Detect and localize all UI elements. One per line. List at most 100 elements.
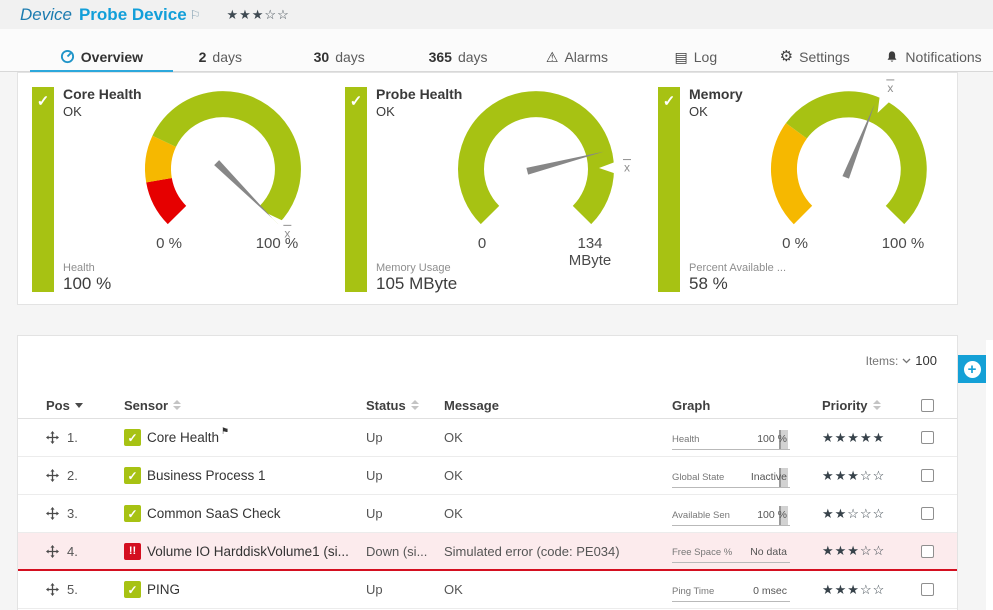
sensor-table-panel: Items: 100 Pos Sensor Status Message Gra…: [17, 335, 958, 610]
tab-notifications[interactable]: Notifications: [874, 42, 993, 71]
row-checkbox[interactable]: [921, 507, 934, 520]
table-row[interactable]: 1. ✓ Core Health ⚑ Up OK Health 100 % ★★…: [18, 419, 957, 457]
row-position: 1.: [67, 430, 78, 445]
tab-30-days[interactable]: 30 days: [280, 42, 399, 71]
table-row[interactable]: 5. ✓ PING Up OK Ping Time 0 msec ★★★☆☆: [18, 571, 957, 609]
sensor-link[interactable]: Volume IO HarddiskVolume1 (si...: [147, 544, 349, 559]
sort-icon: [411, 400, 419, 410]
row-checkbox[interactable]: [921, 583, 934, 596]
gear-icon: ⚙: [780, 49, 793, 64]
items-count-dropdown[interactable]: Items: 100: [866, 353, 937, 368]
column-header-message[interactable]: Message: [444, 398, 672, 413]
tab-overview[interactable]: Overview: [42, 42, 161, 71]
sensor-status: Up: [366, 468, 444, 483]
gauge-max-label: 134 MByte: [558, 235, 622, 269]
tab-log[interactable]: ▤ Log: [636, 42, 755, 71]
column-header-pos[interactable]: Pos: [46, 398, 124, 413]
column-header-priority[interactable]: Priority: [822, 398, 908, 413]
x-bar-marker: x: [624, 161, 630, 175]
mini-graph-value: 100 %: [757, 509, 787, 521]
gauge-status: OK: [63, 104, 82, 119]
move-icon[interactable]: [46, 583, 59, 596]
table-row[interactable]: 2. ✓ Business Process 1 Up OK Global Sta…: [18, 457, 957, 495]
priority-stars[interactable]: ★★★★★: [822, 430, 908, 446]
scrollbar-track[interactable]: [986, 340, 993, 610]
sensor-mini-graph[interactable]: Health 100 %: [672, 426, 790, 450]
tab-2-days[interactable]: 2 days: [161, 42, 280, 71]
move-icon[interactable]: [46, 545, 59, 558]
select-all-checkbox[interactable]: [921, 399, 934, 412]
tab-settings[interactable]: ⚙ Settings: [755, 42, 874, 71]
gauge-metric: Health 100 %: [63, 262, 111, 294]
sensor-message: OK: [444, 430, 672, 445]
gauge-metric-value: 58 %: [689, 274, 728, 293]
sensor-mini-graph[interactable]: Available Sen 100 %: [672, 502, 790, 526]
column-header-sensor[interactable]: Sensor: [124, 398, 366, 413]
sensor-mini-graph[interactable]: Free Space % No data: [672, 539, 790, 563]
row-position: 2.: [67, 468, 78, 483]
sensor-ok-icon: ✓: [124, 429, 141, 446]
sensor-link[interactable]: PING: [147, 582, 180, 597]
flag-icon[interactable]: ⚐: [190, 8, 201, 22]
row-checkbox[interactable]: [921, 431, 934, 444]
table-body: 1. ✓ Core Health ⚑ Up OK Health 100 % ★★…: [18, 419, 957, 609]
title-bar: Device Probe Device ⚐ ★★★☆☆: [0, 0, 993, 29]
priority-stars[interactable]: ★★★☆☆: [822, 582, 908, 598]
column-header-graph[interactable]: Graph: [672, 398, 822, 413]
sensor-ok-icon: ✓: [124, 467, 141, 484]
tab-365-days[interactable]: 365 days: [399, 42, 518, 71]
gauge-metric: Percent Available ... 58 %: [689, 262, 786, 294]
gauge-icon: [60, 49, 75, 64]
row-position: 3.: [67, 506, 78, 521]
tab-bar: Overview 2 days 30 days 365 days ⚠ Alarm…: [0, 42, 993, 72]
priority-stars[interactable]: ★★☆☆☆: [822, 506, 908, 522]
sensor-link[interactable]: Core Health: [147, 430, 219, 445]
gauge-metric: Memory Usage 105 MByte: [376, 262, 457, 294]
gauge-card-memory[interactable]: ✓ Memory OK x 0 % 100 % Percent Availabl…: [644, 73, 957, 304]
mini-graph-label: Global State: [672, 472, 724, 483]
sensor-mini-graph[interactable]: Ping Time 0 msec: [672, 578, 790, 602]
move-icon[interactable]: [46, 469, 59, 482]
sort-icon: [173, 400, 181, 410]
check-icon: ✓: [663, 93, 676, 110]
sensor-mini-graph[interactable]: Global State Inactive: [672, 464, 790, 488]
add-sensor-button[interactable]: +: [958, 355, 986, 383]
priority-stars[interactable]: ★★★☆☆: [822, 543, 908, 559]
sensor-status: Up: [366, 430, 444, 445]
priority-rating-stars[interactable]: ★★★☆☆: [226, 7, 289, 23]
sensor-message: OK: [444, 506, 672, 521]
list-icon: ▤: [675, 50, 688, 64]
mini-graph-label: Health: [672, 434, 699, 445]
tab-alarms[interactable]: ⚠ Alarms: [518, 42, 637, 71]
sensor-ok-icon: ✓: [124, 505, 141, 522]
check-icon: ✓: [37, 93, 50, 110]
gauge-card-probe-health[interactable]: ✓ Probe Health OK x 0 134 MByte Memory U…: [331, 73, 644, 304]
row-checkbox[interactable]: [921, 469, 934, 482]
gauge-status: OK: [376, 104, 395, 119]
priority-stars[interactable]: ★★★☆☆: [822, 468, 908, 484]
move-icon[interactable]: [46, 431, 59, 444]
gauge-card-core-health[interactable]: ✓ Core Health OK x 0 % 100 % Health 100 …: [18, 73, 331, 304]
gauge-metric-label: Health: [63, 262, 111, 274]
table-header-row: Pos Sensor Status Message Graph Priority: [18, 392, 957, 419]
gauge-min-label: 0 %: [763, 235, 827, 252]
sensor-flag-icon: ⚑: [221, 426, 229, 437]
gauge-arc-svg: x: [430, 83, 642, 255]
sensor-link[interactable]: Common SaaS Check: [147, 506, 281, 521]
gauge-title: Memory: [689, 86, 743, 102]
sensor-status: Down (si...: [366, 544, 444, 559]
row-checkbox[interactable]: [921, 545, 934, 558]
gauge-figure: x 0 134 MByte: [430, 83, 642, 255]
gauge-metric-label: Memory Usage: [376, 262, 457, 274]
table-row[interactable]: 4. !! Volume IO HarddiskVolume1 (si... D…: [18, 533, 957, 571]
gauge-status: OK: [689, 104, 708, 119]
sensor-link[interactable]: Business Process 1: [147, 468, 266, 483]
column-header-status[interactable]: Status: [366, 398, 444, 413]
gauge-max-label: 100 %: [871, 235, 935, 252]
table-row[interactable]: 3. ✓ Common SaaS Check Up OK Available S…: [18, 495, 957, 533]
status-ok-bar: ✓: [658, 87, 680, 292]
page-title: Probe Device: [79, 5, 187, 25]
move-icon[interactable]: [46, 507, 59, 520]
gauge-metric-value: 105 MByte: [376, 274, 457, 293]
status-ok-bar: ✓: [345, 87, 367, 292]
